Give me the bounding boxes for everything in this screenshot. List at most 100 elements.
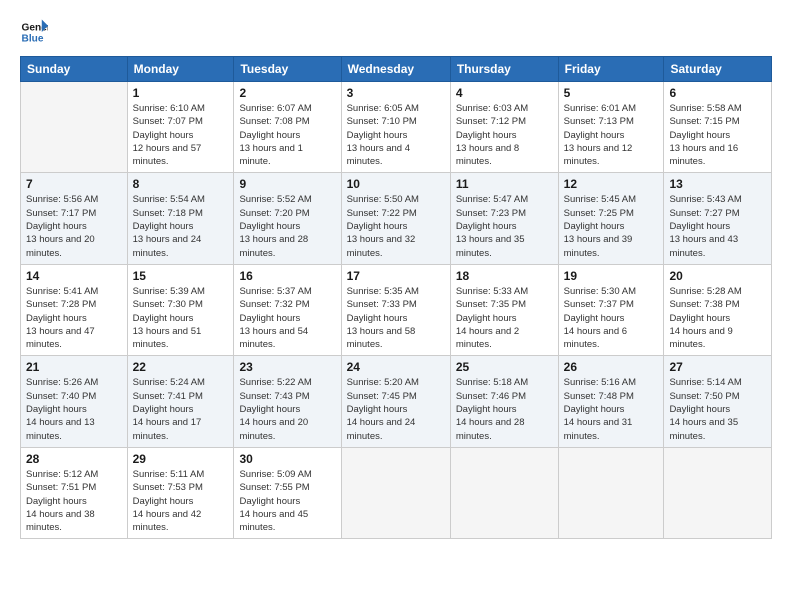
day-number: 9 (239, 177, 335, 191)
calendar-cell: 4 Sunrise: 6:03 AMSunset: 7:12 PMDaylight… (450, 82, 558, 173)
day-info: Sunrise: 6:07 AMSunset: 7:08 PMDaylight … (239, 102, 335, 168)
day-info: Sunrise: 5:14 AMSunset: 7:50 PMDaylight … (669, 376, 766, 442)
day-info: Sunrise: 5:47 AMSunset: 7:23 PMDaylight … (456, 193, 553, 259)
calendar-cell: 21 Sunrise: 5:26 AMSunset: 7:40 PMDayligh… (21, 356, 128, 447)
calendar-week-row: 1 Sunrise: 6:10 AMSunset: 7:07 PMDaylight… (21, 82, 772, 173)
calendar-cell: 17Sunrise: 5:35 AMSunset: 7:33 PMDayligh… (341, 264, 450, 355)
calendar-cell: 8 Sunrise: 5:54 AMSunset: 7:18 PMDaylight… (127, 173, 234, 264)
calendar-cell: 19Sunrise: 5:30 AMSunset: 7:37 PMDayligh… (558, 264, 664, 355)
day-info: Sunrise: 5:50 AMSunset: 7:22 PMDaylight … (347, 193, 445, 259)
logo-icon: General Blue (20, 18, 48, 46)
calendar-cell (21, 82, 128, 173)
day-number: 19 (564, 269, 659, 283)
weekday-header: Monday (127, 57, 234, 82)
day-info: Sunrise: 5:12 AMSunset: 7:51 PMDaylight … (26, 468, 122, 534)
calendar-cell: 23 Sunrise: 5:22 AMSunset: 7:43 PMDayligh… (234, 356, 341, 447)
calendar-cell: 15 Sunrise: 5:39 AMSunset: 7:30 PMDayligh… (127, 264, 234, 355)
day-number: 29 (133, 452, 229, 466)
calendar-cell: 16 Sunrise: 5:37 AMSunset: 7:32 PMDayligh… (234, 264, 341, 355)
day-number: 16 (239, 269, 335, 283)
calendar-table: SundayMondayTuesdayWednesdayThursdayFrid… (20, 56, 772, 539)
day-info: Sunrise: 5:24 AMSunset: 7:41 PMDaylight … (133, 376, 229, 442)
calendar-cell: 24Sunrise: 5:20 AMSunset: 7:45 PMDayligh… (341, 356, 450, 447)
weekday-header: Wednesday (341, 57, 450, 82)
calendar-cell: 5Sunrise: 6:01 AMSunset: 7:13 PMDaylight… (558, 82, 664, 173)
day-info: Sunrise: 6:10 AMSunset: 7:07 PMDaylight … (133, 102, 229, 168)
day-number: 18 (456, 269, 553, 283)
day-number: 25 (456, 360, 553, 374)
header: General Blue (20, 18, 772, 46)
calendar-cell: 13 Sunrise: 5:43 AMSunset: 7:27 PMDayligh… (664, 173, 772, 264)
calendar-cell: 28 Sunrise: 5:12 AMSunset: 7:51 PMDayligh… (21, 447, 128, 538)
day-number: 4 (456, 86, 553, 100)
calendar-cell: 2 Sunrise: 6:07 AMSunset: 7:08 PMDaylight… (234, 82, 341, 173)
calendar-week-row: 7 Sunrise: 5:56 AMSunset: 7:17 PMDaylight… (21, 173, 772, 264)
day-number: 3 (347, 86, 445, 100)
day-info: Sunrise: 5:22 AMSunset: 7:43 PMDaylight … (239, 376, 335, 442)
day-number: 23 (239, 360, 335, 374)
day-info: Sunrise: 5:45 AMSunset: 7:25 PMDaylight … (564, 193, 659, 259)
day-info: Sunrise: 5:58 AMSunset: 7:15 PMDaylight … (669, 102, 766, 168)
calendar-cell: 22Sunrise: 5:24 AMSunset: 7:41 PMDayligh… (127, 356, 234, 447)
day-number: 11 (456, 177, 553, 191)
calendar-cell (341, 447, 450, 538)
calendar-cell: 25 Sunrise: 5:18 AMSunset: 7:46 PMDayligh… (450, 356, 558, 447)
day-number: 1 (133, 86, 229, 100)
calendar-cell (558, 447, 664, 538)
day-info: Sunrise: 6:03 AMSunset: 7:12 PMDaylight … (456, 102, 553, 168)
calendar-cell: 10 Sunrise: 5:50 AMSunset: 7:22 PMDayligh… (341, 173, 450, 264)
day-info: Sunrise: 5:56 AMSunset: 7:17 PMDaylight … (26, 193, 122, 259)
calendar-cell: 27 Sunrise: 5:14 AMSunset: 7:50 PMDayligh… (664, 356, 772, 447)
day-number: 15 (133, 269, 229, 283)
calendar-cell (664, 447, 772, 538)
day-info: Sunrise: 5:39 AMSunset: 7:30 PMDaylight … (133, 285, 229, 351)
calendar-cell (450, 447, 558, 538)
day-number: 14 (26, 269, 122, 283)
weekday-header-row: SundayMondayTuesdayWednesdayThursdayFrid… (21, 57, 772, 82)
calendar-cell: 9 Sunrise: 5:52 AMSunset: 7:20 PMDaylight… (234, 173, 341, 264)
page: General Blue SundayMondayTuesdayWednesda… (0, 0, 792, 612)
calendar-cell: 1 Sunrise: 6:10 AMSunset: 7:07 PMDaylight… (127, 82, 234, 173)
calendar-cell: 14 Sunrise: 5:41 AMSunset: 7:28 PMDayligh… (21, 264, 128, 355)
calendar-cell: 12 Sunrise: 5:45 AMSunset: 7:25 PMDayligh… (558, 173, 664, 264)
day-info: Sunrise: 6:05 AMSunset: 7:10 PMDaylight … (347, 102, 445, 168)
calendar-cell: 30 Sunrise: 5:09 AMSunset: 7:55 PMDayligh… (234, 447, 341, 538)
day-info: Sunrise: 5:54 AMSunset: 7:18 PMDaylight … (133, 193, 229, 259)
day-number: 12 (564, 177, 659, 191)
day-info: Sunrise: 5:09 AMSunset: 7:55 PMDaylight … (239, 468, 335, 534)
day-number: 6 (669, 86, 766, 100)
weekday-header: Thursday (450, 57, 558, 82)
weekday-header: Saturday (664, 57, 772, 82)
calendar-cell: 7 Sunrise: 5:56 AMSunset: 7:17 PMDaylight… (21, 173, 128, 264)
calendar-cell: 20 Sunrise: 5:28 AMSunset: 7:38 PMDayligh… (664, 264, 772, 355)
day-number: 24 (347, 360, 445, 374)
day-number: 27 (669, 360, 766, 374)
day-info: Sunrise: 6:01 AMSunset: 7:13 PMDaylight … (564, 102, 659, 168)
day-info: Sunrise: 5:26 AMSunset: 7:40 PMDaylight … (26, 376, 122, 442)
weekday-header: Friday (558, 57, 664, 82)
day-number: 8 (133, 177, 229, 191)
weekday-header: Tuesday (234, 57, 341, 82)
day-number: 21 (26, 360, 122, 374)
svg-text:Blue: Blue (22, 33, 44, 44)
day-number: 26 (564, 360, 659, 374)
day-number: 30 (239, 452, 335, 466)
day-number: 28 (26, 452, 122, 466)
calendar-cell: 11 Sunrise: 5:47 AMSunset: 7:23 PMDayligh… (450, 173, 558, 264)
day-info: Sunrise: 5:37 AMSunset: 7:32 PMDaylight … (239, 285, 335, 351)
day-info: Sunrise: 5:43 AMSunset: 7:27 PMDaylight … (669, 193, 766, 259)
day-number: 20 (669, 269, 766, 283)
day-info: Sunrise: 5:35 AMSunset: 7:33 PMDaylight … (347, 285, 445, 351)
calendar-cell: 3 Sunrise: 6:05 AMSunset: 7:10 PMDaylight… (341, 82, 450, 173)
weekday-header: Sunday (21, 57, 128, 82)
calendar-cell: 29Sunrise: 5:11 AMSunset: 7:53 PMDayligh… (127, 447, 234, 538)
day-info: Sunrise: 5:18 AMSunset: 7:46 PMDaylight … (456, 376, 553, 442)
day-number: 10 (347, 177, 445, 191)
day-number: 7 (26, 177, 122, 191)
day-number: 13 (669, 177, 766, 191)
day-info: Sunrise: 5:41 AMSunset: 7:28 PMDaylight … (26, 285, 122, 351)
day-number: 2 (239, 86, 335, 100)
day-info: Sunrise: 5:28 AMSunset: 7:38 PMDaylight … (669, 285, 766, 351)
logo: General Blue (20, 18, 48, 46)
day-info: Sunrise: 5:52 AMSunset: 7:20 PMDaylight … (239, 193, 335, 259)
